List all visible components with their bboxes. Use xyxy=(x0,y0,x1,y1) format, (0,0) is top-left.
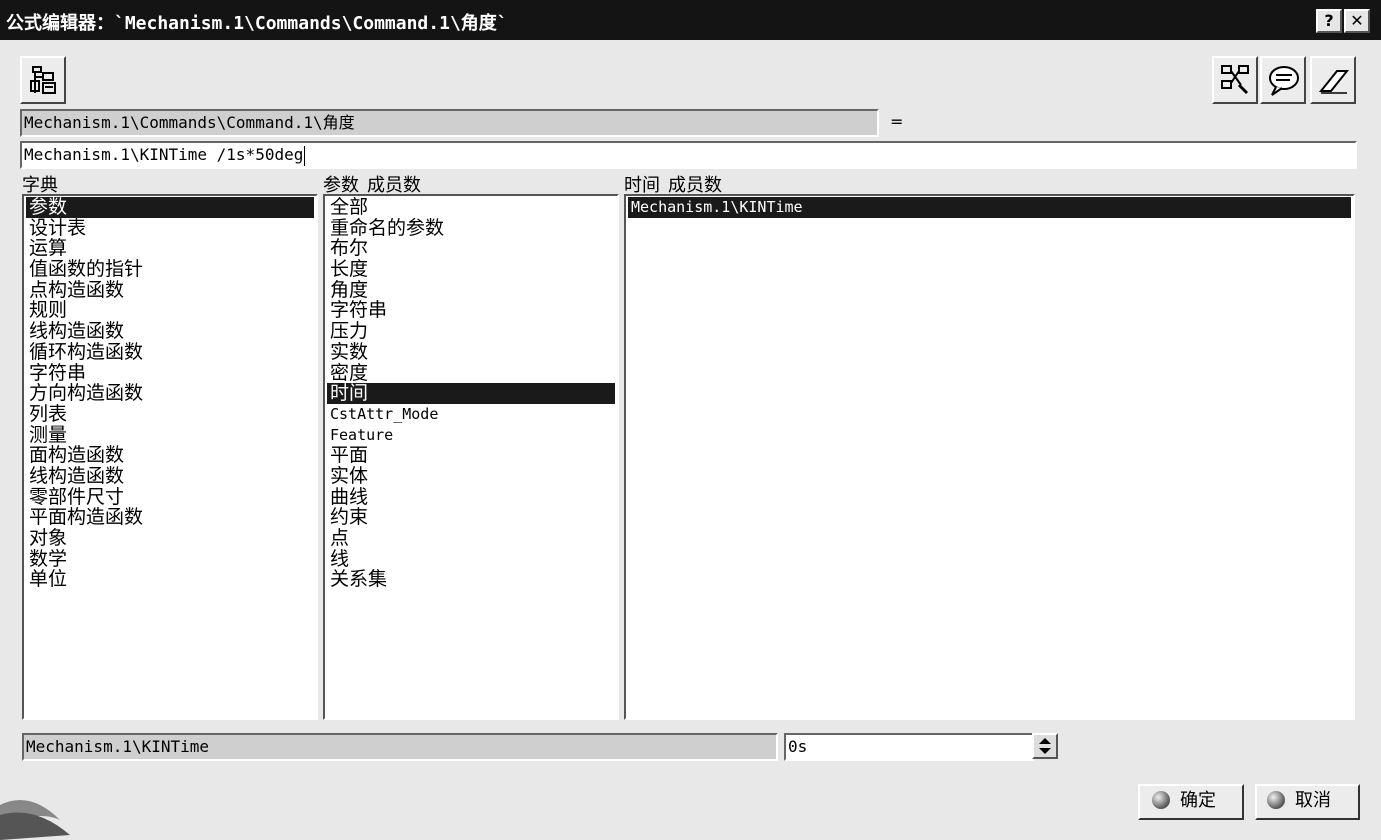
formula-input[interactable]: Mechanism.1\KINTime /1s*50deg xyxy=(20,141,1357,169)
cancel-button[interactable]: 取消 xyxy=(1255,784,1360,820)
dictionary-item[interactable]: 面构造函数 xyxy=(26,445,314,466)
parameter-type-item[interactable]: Feature xyxy=(327,425,615,446)
dictionary-item[interactable]: 方向构造函数 xyxy=(26,383,314,404)
parameter-type-item[interactable]: 点 xyxy=(327,528,615,549)
dictionary-item[interactable]: 列表 xyxy=(26,404,314,425)
value-spinner[interactable] xyxy=(1032,733,1058,759)
parameter-type-item[interactable]: 密度 xyxy=(327,362,615,384)
parameter-type-item[interactable]: 重命名的参数 xyxy=(327,217,615,239)
ok-indicator-icon xyxy=(1152,790,1170,809)
parameters-header-a: 参数 xyxy=(323,175,359,196)
target-parameter-field: Mechanism.1\Commands\Command.1\角度 xyxy=(20,109,879,137)
dictionary-item[interactable]: 设计表 xyxy=(26,217,314,239)
selected-parameter-field: Mechanism.1\KINTime xyxy=(22,733,778,761)
members-header-a: 时间 xyxy=(624,175,660,196)
parameters-header-b: 成员数 xyxy=(367,175,421,196)
formula-tree-icon xyxy=(30,66,56,94)
comment-button[interactable] xyxy=(1260,56,1306,104)
spinner-arrows-icon xyxy=(1039,738,1051,754)
parameter-type-item[interactable]: 实数 xyxy=(327,342,615,363)
parameter-type-item[interactable]: 布尔 xyxy=(327,238,615,259)
parameter-type-item[interactable]: 全部 xyxy=(327,197,615,218)
parameter-graph-icon xyxy=(1221,65,1249,95)
parameter-graph-button[interactable] xyxy=(1212,56,1258,104)
dictionary-item[interactable]: 数学 xyxy=(26,548,314,570)
dictionary-item[interactable]: 字符串 xyxy=(26,362,314,384)
parameter-type-item[interactable]: 长度 xyxy=(327,259,615,280)
parameter-type-item[interactable]: 字符串 xyxy=(327,300,615,321)
title-bar: 公式编辑器：`Mechanism.1\Commands\Command.1\角度… xyxy=(0,0,1381,40)
dictionary-item[interactable]: 循环构造函数 xyxy=(26,342,314,363)
close-button[interactable]: ✕ xyxy=(1344,9,1370,33)
formula-expression: Mechanism.1\KINTime /1s*50deg xyxy=(24,145,304,164)
member-item[interactable]: Mechanism.1\KINTime xyxy=(628,197,1351,218)
parameter-type-item[interactable]: 平面 xyxy=(327,445,615,466)
members-header-b: 成员数 xyxy=(668,175,722,196)
dictionary-item[interactable]: 线构造函数 xyxy=(26,466,314,487)
cancel-indicator-icon xyxy=(1267,790,1285,809)
dictionary-item[interactable]: 参数 xyxy=(26,197,314,218)
parameter-type-item[interactable]: 实体 xyxy=(327,466,615,487)
dictionary-item[interactable]: 值函数的指针 xyxy=(26,259,314,280)
eraser-button[interactable] xyxy=(1310,56,1356,104)
parameters-list[interactable]: 全部 重命名的参数 布尔 长度 角度 字符串 压力 实数 密度 时间 CstAttr_Mode Fea… xyxy=(323,194,619,720)
dictionary-list[interactable]: 参数 设计表 运算 值函数的指针 点构造函数 规则 线构造函数 循环构造函数 字符串 方向构造函数… xyxy=(22,194,318,720)
parameter-type-item[interactable]: 时间 xyxy=(327,383,615,404)
help-button[interactable]: ? xyxy=(1316,9,1342,33)
dictionary-item[interactable]: 零部件尺寸 xyxy=(26,486,314,508)
dictionary-item[interactable]: 测量 xyxy=(26,424,314,446)
ok-button[interactable]: 确定 xyxy=(1138,784,1244,820)
equals-sign: = xyxy=(890,112,904,131)
parameter-type-item[interactable]: 角度 xyxy=(327,280,615,301)
dictionary-item[interactable]: 对象 xyxy=(26,528,314,549)
value-input[interactable]: 0s xyxy=(784,733,1034,761)
text-caret xyxy=(304,145,306,166)
dictionary-header-label: 字典 xyxy=(22,175,58,196)
parameter-type-item[interactable]: CstAttr_Mode xyxy=(327,404,615,425)
eraser-icon xyxy=(1318,70,1350,94)
dictionary-item[interactable]: 线构造函数 xyxy=(26,321,314,342)
ok-button-label: 确定 xyxy=(1180,790,1216,811)
comment-bubble-icon xyxy=(1269,66,1299,96)
dictionary-item[interactable]: 单位 xyxy=(26,569,314,590)
parameter-type-item[interactable]: 曲线 xyxy=(327,486,615,508)
members-list[interactable]: Mechanism.1\KINTime xyxy=(624,194,1355,720)
dictionary-item[interactable]: 规则 xyxy=(26,300,314,321)
dictionary-item[interactable]: 点构造函数 xyxy=(26,280,314,301)
formula-tree-button[interactable] xyxy=(20,56,66,104)
cancel-button-label: 取消 xyxy=(1295,790,1331,811)
parameter-type-item[interactable]: 关系集 xyxy=(327,569,615,590)
dictionary-item[interactable]: 运算 xyxy=(26,238,314,259)
window-title: 公式编辑器：`Mechanism.1\Commands\Command.1\角度… xyxy=(6,13,508,34)
parameter-type-item[interactable]: 压力 xyxy=(327,321,615,342)
corner-decoration xyxy=(0,800,70,840)
parameter-type-item[interactable]: 约束 xyxy=(327,507,615,528)
parameter-type-item[interactable]: 线 xyxy=(327,548,615,570)
dictionary-item[interactable]: 平面构造函数 xyxy=(26,507,314,528)
